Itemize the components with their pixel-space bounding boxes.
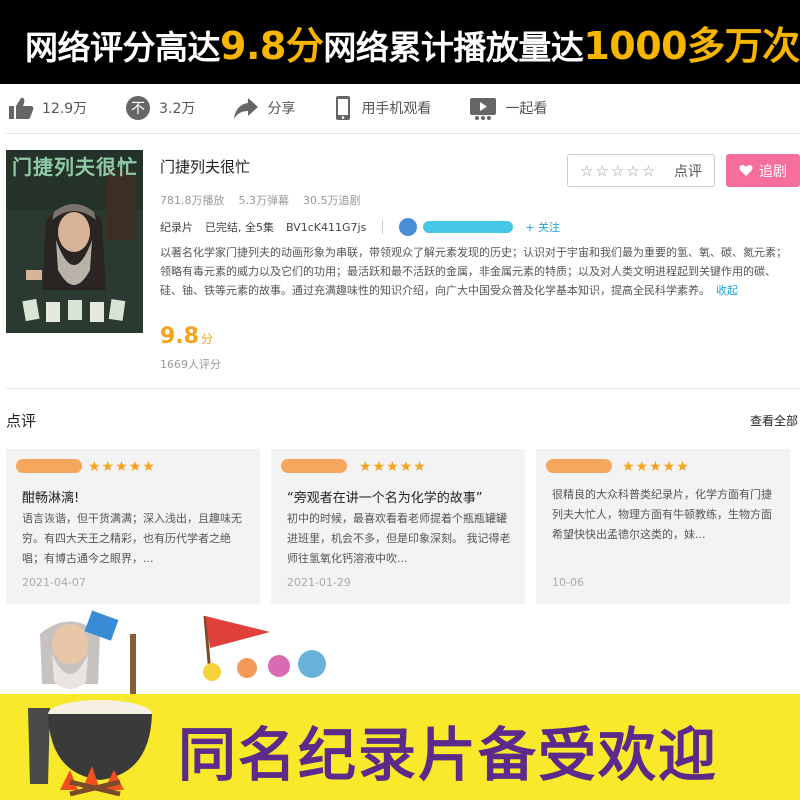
review-card[interactable]: ★★★★★ 很精良的大众科普类纪录片，化学方面有门捷列夫大忙人，物理方面有牛顿教… <box>536 449 790 604</box>
rating-headline-text: 网络评分高达 <box>25 27 221 67</box>
heart-icon <box>739 165 753 176</box>
like-button[interactable]: 12.9万 <box>8 96 87 120</box>
share-icon <box>234 98 259 119</box>
uploader-avatar[interactable] <box>399 218 418 236</box>
dislike-count: 3.2万 <box>159 101 196 117</box>
rating-headline-highlight: 9.8分 <box>220 23 324 68</box>
watch-together-button[interactable]: 一起看 <box>469 96 547 120</box>
review-body: 语言诙谐，但干货满满；深入浅出，且趣味无穷。有四大天王之精彩，也有历代学者之绝唱… <box>22 512 242 565</box>
reviews-title: 点评 <box>6 412 37 430</box>
episode-status: 已完结, 全5集 <box>205 221 274 234</box>
divider <box>6 133 800 134</box>
review-stars-icon: ★★★★★ <box>622 459 690 475</box>
bottom-banner-text: 同名纪录片备受欢迎 <box>178 721 719 789</box>
rater-count: 1669人评分 <box>160 358 221 371</box>
review-card[interactable]: ★★★★★ 酣畅淋漓! 语言诙谐，但干货满满；深入浅出，且趣味无穷。有四大天王之… <box>6 449 260 604</box>
play-count: 781.8万播放 <box>160 194 225 207</box>
views-headline-text: 网络累计播放量达 <box>323 27 584 67</box>
show-stats: 781.8万播放 5.3万弹幕 30.5万追剧 <box>160 192 361 208</box>
show-poster[interactable]: 门捷列夫很忙 <box>6 150 143 333</box>
uploader-name-redacted[interactable] <box>423 221 514 233</box>
watch-together-icon <box>470 98 497 120</box>
action-bar: 12.9万 不 3.2万 分享 用手机观看 一起看 <box>0 84 800 132</box>
poster-title: 门捷列夫很忙 <box>12 155 138 179</box>
show-meta: 纪录片 已完结, 全5集 BV1cK411G7js + 关注 <box>160 218 560 236</box>
review-stars-icon: ★★★★★ <box>359 459 427 475</box>
rate-label: 点评 <box>674 163 702 180</box>
like-count: 12.9万 <box>42 101 88 117</box>
review-title: “旁观者在讲一个名为化学的故事” <box>287 491 483 506</box>
follow-show-label: 追剧 <box>759 163 787 180</box>
description-text: 以著名化学家门捷列夫的动画形象为串联，带领观众了解元素发现的历史；认识对于宇宙和… <box>160 246 787 297</box>
danmaku-count: 5.3万弹幕 <box>238 194 290 207</box>
review-title: 酣畅淋漓! <box>22 491 80 506</box>
category-tag[interactable]: 纪录片 <box>160 219 193 235</box>
svg-text:不: 不 <box>131 101 145 117</box>
thumbs-down-icon: 不 <box>126 96 151 120</box>
follower-count: 30.5万追剧 <box>303 194 361 207</box>
watch-on-phone-button[interactable]: 用手机观看 <box>333 95 431 121</box>
cauldron-illustration <box>28 700 152 797</box>
reviewer-name-redacted <box>16 459 82 473</box>
divider <box>6 388 800 389</box>
review-date: 10-06 <box>552 576 584 589</box>
empty-stars-icon: ☆☆☆☆☆ <box>580 161 658 180</box>
collapse-link[interactable]: 收起 <box>716 284 738 297</box>
views-headline-highlight: 1000多万次 <box>583 23 800 68</box>
cartoon-illustration <box>40 610 326 694</box>
thumbs-up-icon <box>9 97 34 119</box>
share-label: 分享 <box>267 101 296 117</box>
bottom-banner: 同名纪录片备受欢迎 <box>0 694 800 800</box>
dislike-button[interactable]: 不 3.2万 <box>125 95 195 121</box>
show-description: 以著名化学家门捷列夫的动画形象为串联，带领观众了解元素发现的历史；认识对于宇宙和… <box>160 243 796 300</box>
review-stars-icon: ★★★★★ <box>88 459 156 475</box>
follow-show-button[interactable]: 追剧 <box>726 154 800 187</box>
review-date: 2021-04-07 <box>22 576 86 589</box>
follow-uploader-button[interactable]: + 关注 <box>525 219 560 235</box>
review-card[interactable]: ★★★★★ “旁观者在讲一个名为化学的故事” 初中的时候，最喜欢看看老师提着个瓶… <box>271 449 525 604</box>
see-all-link[interactable]: 查看全部 <box>750 412 798 429</box>
review-body: 初中的时候，最喜欢看看老师提着个瓶瓶罐罐进班里，机会不多，但是印象深刻。 我记得… <box>287 512 511 565</box>
bvid: BV1cK411G7js <box>286 220 367 234</box>
score: 9.8 分 <box>160 324 213 349</box>
watch-on-phone-label: 用手机观看 <box>361 101 432 117</box>
share-button[interactable]: 分享 <box>233 96 295 120</box>
rating-headline: 网络评分高达9.8分 <box>25 15 324 70</box>
score-value: 9.8 <box>160 324 199 349</box>
rate-button[interactable]: ☆☆☆☆☆ 点评 <box>567 154 715 187</box>
top-banner: 网络评分高达9.8分 网络累计播放量达1000多万次 <box>0 0 800 84</box>
score-unit: 分 <box>200 332 213 346</box>
views-headline: 网络累计播放量达1000多万次 <box>323 15 800 70</box>
show-title[interactable]: 门捷列夫很忙 <box>160 156 250 177</box>
review-date: 2021-01-29 <box>287 576 351 589</box>
phone-icon <box>336 96 351 120</box>
reviewer-name-redacted <box>546 459 612 473</box>
reviewer-name-redacted <box>281 459 347 473</box>
review-body: 很精良的大众科普类纪录片，化学方面有门捷列夫大忙人，物理方面有牛顿教练，生物方面… <box>552 488 772 541</box>
meta-separator <box>382 220 384 234</box>
watch-together-label: 一起看 <box>505 101 548 117</box>
